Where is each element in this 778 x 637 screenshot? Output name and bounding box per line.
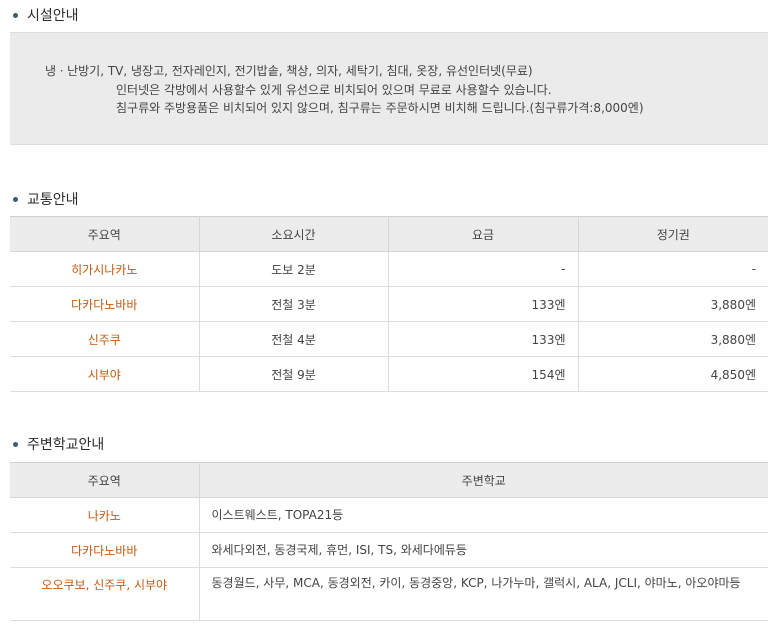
station-cell: 나카노 <box>10 497 200 533</box>
table-row: 시부야 전철 9분 154엔 4,850엔 <box>10 356 768 392</box>
table-row: 나카노 이스트웨스트, TOPA21등 <box>10 497 768 533</box>
pass-cell: - <box>578 251 768 287</box>
table-row: 다카다노바바 전철 3분 133엔 3,880엔 <box>10 286 768 322</box>
column-header-station: 주요역 <box>10 216 200 252</box>
facility-info-box: 냉ㆍ난방기, TV, 냉장고, 전자레인지, 전기밥솥, 책상, 의자, 세탁기… <box>10 32 768 145</box>
station-cell: 신주쿠 <box>10 321 200 357</box>
station-cell: 시부야 <box>10 356 200 392</box>
facility-section-title: 시설안내 <box>10 5 79 25</box>
station-cell: 다카다노바바 <box>10 532 200 568</box>
schools-table: 주요역 주변학교 나카노 이스트웨스트, TOPA21등 다카다노바바 와세다외… <box>10 462 768 621</box>
traffic-table: 주요역 소요시간 요금 정기권 히가시나카노 도보 2분 - - 다카다노바바 … <box>10 216 768 392</box>
pass-cell: 4,850엔 <box>578 356 768 392</box>
traffic-section-title: 교통안내 <box>10 189 79 209</box>
schools-section-title: 주변학교안내 <box>10 434 104 454</box>
bullet-icon <box>13 12 18 18</box>
pass-cell: 3,880엔 <box>578 321 768 357</box>
station-cell: 오오쿠보, 신주쿠, 시부야 <box>10 567 200 621</box>
time-cell: 전철 4분 <box>199 321 389 357</box>
station-cell: 다카다노바바 <box>10 286 200 322</box>
time-cell: 전철 9분 <box>199 356 389 392</box>
column-header-station: 주요역 <box>10 462 200 498</box>
schools-cell: 이스트웨스트, TOPA21등 <box>199 497 768 533</box>
facility-line-bedding: 침구류와 주방용품은 비치되어 있지 않으며, 침구류는 주문하시면 비치해 드… <box>116 101 644 115</box>
column-header-schools: 주변학교 <box>199 462 768 498</box>
fare-cell: 133엔 <box>388 286 579 322</box>
column-header-pass: 정기권 <box>578 216 768 252</box>
time-cell: 도보 2분 <box>199 251 389 287</box>
bullet-icon <box>13 441 18 447</box>
facility-line-internet: 인터넷은 각방에서 사용할수 있게 유선으로 비치되어 있으며 무료로 사용할수… <box>116 83 552 97</box>
fare-cell: 133엔 <box>388 321 579 357</box>
time-cell: 전철 3분 <box>199 286 389 322</box>
schools-title: 주변학교안내 <box>27 437 105 453</box>
traffic-header-row: 주요역 소요시간 요금 정기권 <box>10 216 768 252</box>
table-row: 신주쿠 전철 4분 133엔 3,880엔 <box>10 321 768 357</box>
table-row: 오오쿠보, 신주쿠, 시부야 동경월드, 사무, MCA, 동경외전, 카이, … <box>10 567 768 621</box>
schools-header-row: 주요역 주변학교 <box>10 462 768 498</box>
facility-title: 시설안내 <box>27 8 79 24</box>
column-header-time: 소요시간 <box>199 216 389 252</box>
schools-cell: 와세다외전, 동경국제, 휴먼, ISI, TS, 와세다에듀등 <box>199 532 768 568</box>
schools-cell: 동경월드, 사무, MCA, 동경외전, 카이, 동경중앙, KCP, 나가누마… <box>199 567 768 621</box>
table-row: 다카다노바바 와세다외전, 동경국제, 휴먼, ISI, TS, 와세다에듀등 <box>10 532 768 568</box>
traffic-title: 교통안내 <box>27 192 79 208</box>
bullet-icon <box>13 196 18 202</box>
fare-cell: - <box>388 251 579 287</box>
facility-line-amenities: 냉ㆍ난방기, TV, 냉장고, 전자레인지, 전기밥솥, 책상, 의자, 세탁기… <box>45 64 533 78</box>
fare-cell: 154엔 <box>388 356 579 392</box>
column-header-fare: 요금 <box>388 216 579 252</box>
table-row: 히가시나카노 도보 2분 - - <box>10 251 768 287</box>
station-cell: 히가시나카노 <box>10 251 200 287</box>
pass-cell: 3,880엔 <box>578 286 768 322</box>
